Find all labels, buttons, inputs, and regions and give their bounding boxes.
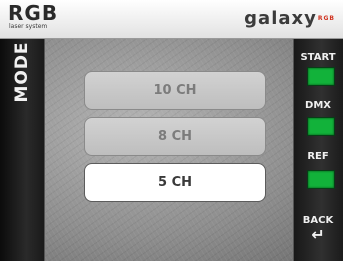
channel-button-label: 5 CH (158, 175, 192, 190)
dmx-indicator[interactable] (307, 117, 335, 136)
channel-button-label: 10 CH (153, 83, 197, 98)
galaxy-logo-suffix: RGB (317, 15, 335, 22)
channel-8ch-button[interactable]: 8 CH (84, 117, 266, 156)
back-button[interactable]: BACK ↵ (293, 215, 343, 253)
rgb-logo-mark: RGB (8, 1, 59, 25)
mode-title: MODE (12, 41, 32, 103)
start-indicator[interactable] (307, 67, 335, 86)
start-label: START (300, 52, 336, 63)
channel-10ch-button[interactable]: 10 CH (84, 71, 266, 110)
channel-button-label: 8 CH (158, 129, 192, 144)
return-arrow-icon: ↵ (311, 225, 325, 244)
dmx-label: DMX (305, 100, 331, 111)
rgb-laser-system-logo: RGB laser system (8, 3, 58, 30)
ref-label: REF (307, 151, 329, 162)
device-screen: RGB laser system galaxyRGB MODE 10 CH 8 … (0, 0, 343, 261)
galaxy-logo: galaxyRGB (244, 8, 335, 30)
galaxy-logo-text: galaxy (244, 8, 317, 29)
ref-indicator[interactable] (307, 170, 335, 189)
header-bar: RGB laser system galaxyRGB (0, 0, 343, 39)
channel-5ch-button[interactable]: 5 CH (84, 163, 266, 202)
